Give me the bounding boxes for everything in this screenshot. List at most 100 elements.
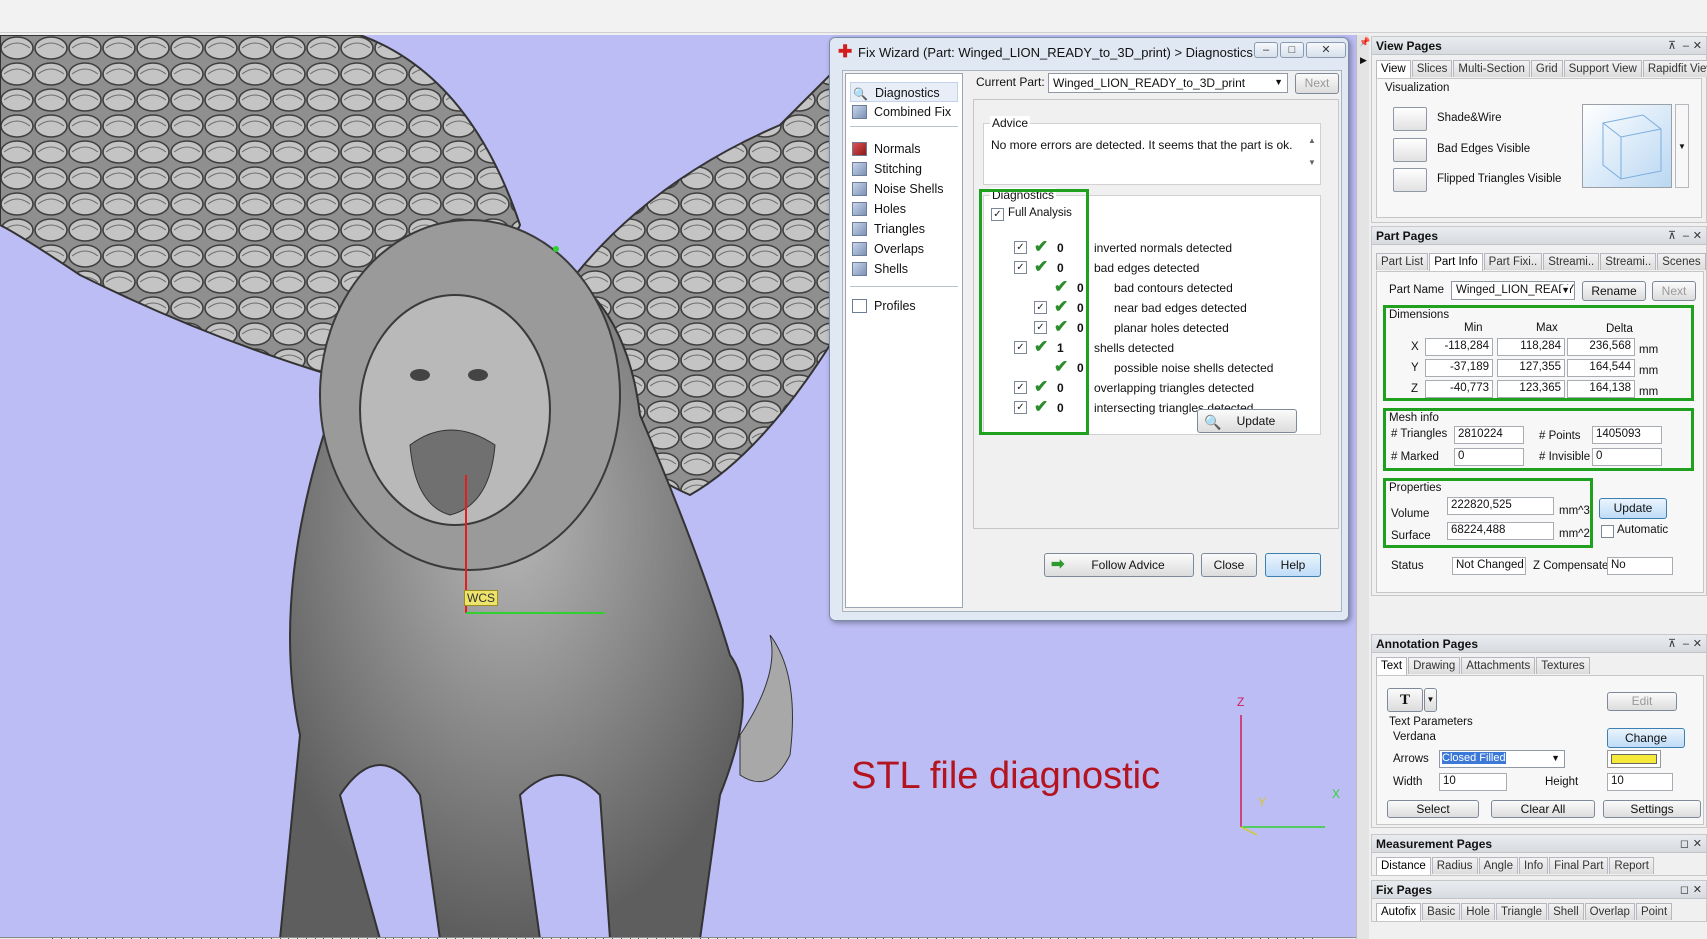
tab-radius[interactable]: Radius bbox=[1431, 857, 1478, 874]
nav-item-profiles[interactable]: Profiles bbox=[850, 296, 958, 316]
view-cube-dropdown[interactable]: ▼ bbox=[1675, 104, 1689, 188]
update-button[interactable]: 🔍 Update bbox=[1197, 409, 1297, 433]
tab-scenes[interactable]: Scenes bbox=[1657, 253, 1706, 270]
tab-support-view[interactable]: Support View bbox=[1563, 60, 1642, 77]
tab-angle[interactable]: Angle bbox=[1478, 857, 1518, 874]
nav-item-triangles[interactable]: Triangles bbox=[850, 219, 958, 239]
flipped-triangles-icon[interactable] bbox=[1393, 168, 1427, 192]
view-cube[interactable] bbox=[1582, 104, 1672, 188]
close-icon[interactable]: ✕ bbox=[1693, 635, 1702, 653]
part-info-body: Part Name Winged_LION_READY ▼ Rename Nex… bbox=[1376, 271, 1704, 593]
pin-icon[interactable]: 📌 bbox=[1359, 37, 1370, 48]
properties-update-button[interactable]: Update bbox=[1599, 498, 1667, 519]
tab-distance[interactable]: Distance bbox=[1376, 857, 1431, 875]
dialog-body: 🔍 Diagnostics Combined Fix Normals Stitching… bbox=[842, 70, 1342, 612]
select-button[interactable]: Select bbox=[1387, 800, 1479, 818]
tab-hole[interactable]: Hole bbox=[1461, 903, 1495, 920]
follow-advice-button[interactable]: ➡ Follow Advice bbox=[1044, 553, 1194, 577]
application-toolbar bbox=[0, 0, 1707, 33]
minimize-icon[interactable]: – bbox=[1683, 227, 1689, 245]
advice-scrollbar[interactable]: ▲ ▼ bbox=[1306, 130, 1318, 180]
tab-point[interactable]: Point bbox=[1635, 903, 1673, 920]
tab-overlap[interactable]: Overlap bbox=[1584, 903, 1635, 920]
tab-report[interactable]: Report bbox=[1609, 857, 1654, 874]
tab-slices[interactable]: Slices bbox=[1411, 60, 1453, 77]
viewport-caption: STL file diagnostic bbox=[851, 755, 1161, 797]
part-next-button[interactable]: Next bbox=[1652, 281, 1696, 301]
pin-icon[interactable]: ⊼ bbox=[1668, 37, 1676, 55]
tab-attachments[interactable]: Attachments bbox=[1461, 657, 1536, 674]
nav-item-diagnostics[interactable]: 🔍 Diagnostics bbox=[850, 82, 958, 102]
tab-triangle[interactable]: Triangle bbox=[1495, 903, 1548, 920]
tab-info[interactable]: Info bbox=[1518, 857, 1549, 874]
nav-item-noise-shells[interactable]: Noise Shells bbox=[850, 179, 958, 199]
rename-button[interactable]: Rename bbox=[1582, 281, 1646, 301]
minimize-button[interactable]: – bbox=[1254, 42, 1278, 58]
help-button[interactable]: Help bbox=[1265, 553, 1321, 577]
axis-x-label: X bbox=[1332, 787, 1341, 801]
next-button[interactable]: Next bbox=[1295, 73, 1339, 94]
maximize-button[interactable]: □ bbox=[1280, 42, 1304, 58]
nav-item-combined-fix[interactable]: Combined Fix bbox=[850, 102, 958, 122]
tab-multi-section[interactable]: Multi-Section bbox=[1453, 60, 1530, 77]
current-part-select[interactable]: Winged_LION_READY_to_3D_print ▼ bbox=[1048, 73, 1288, 93]
follow-advice-label: Follow Advice bbox=[1091, 558, 1165, 572]
z-compensated-label: Z Compensated bbox=[1533, 560, 1615, 572]
nav-item-shells[interactable]: Shells bbox=[850, 259, 958, 279]
text-tool-icon[interactable]: T bbox=[1387, 688, 1423, 712]
minimize-icon[interactable]: – bbox=[1683, 37, 1689, 55]
close-icon[interactable]: ✕ bbox=[1693, 227, 1702, 245]
visualization-label: Visualization bbox=[1385, 82, 1450, 94]
tab-part-list[interactable]: Part List bbox=[1376, 253, 1429, 270]
nav-item-stitching[interactable]: Stitching bbox=[850, 159, 958, 179]
nav-item-holes[interactable]: Holes bbox=[850, 199, 958, 219]
tab-textures[interactable]: Textures bbox=[1536, 657, 1590, 674]
current-part-label: Current Part: bbox=[976, 75, 1045, 89]
tab-shell[interactable]: Shell bbox=[1548, 903, 1584, 920]
nav-item-label: Diagnostics bbox=[875, 86, 940, 100]
automatic-checkbox[interactable] bbox=[1601, 525, 1614, 538]
fix-pages-tabs: Autofix Basic Hole Triangle Shell Overlap Poin… bbox=[1376, 903, 1673, 921]
tab-rapidfit-view[interactable]: Rapidfit View bbox=[1642, 60, 1707, 77]
close-icon[interactable]: ✕ bbox=[1693, 835, 1702, 853]
height-field[interactable]: 10 bbox=[1607, 773, 1673, 791]
nav-item-label: Combined Fix bbox=[874, 105, 952, 119]
change-font-button[interactable]: Change Font.. bbox=[1607, 728, 1685, 763]
nav-item-normals[interactable]: Normals bbox=[850, 139, 958, 159]
part-name-select[interactable]: Winged_LION_READY ▼ bbox=[1451, 281, 1575, 300]
arrows-select[interactable]: Closed Filled ▼ bbox=[1439, 750, 1565, 768]
text-tool-dropdown[interactable]: ▼ bbox=[1424, 688, 1437, 712]
close-window-button[interactable]: ✕ bbox=[1306, 42, 1346, 58]
color-swatch[interactable] bbox=[1607, 750, 1661, 768]
tab-part-fixi-[interactable]: Part Fixi.. bbox=[1483, 253, 1543, 270]
restore-icon[interactable]: ◻ bbox=[1680, 835, 1689, 853]
tab-streami-[interactable]: Streami.. bbox=[1543, 253, 1600, 270]
tab-view[interactable]: View bbox=[1376, 60, 1411, 78]
fix-wizard-icon: ✚ bbox=[838, 42, 853, 61]
tab-streami-[interactable]: Streami.. bbox=[1600, 253, 1657, 270]
pin-icon[interactable]: ⊼ bbox=[1668, 227, 1676, 245]
tab-basic[interactable]: Basic bbox=[1422, 903, 1461, 920]
pin-icon[interactable]: ⊼ bbox=[1668, 635, 1676, 653]
tab-final-part[interactable]: Final Part bbox=[1549, 857, 1609, 874]
width-field[interactable]: 10 bbox=[1439, 773, 1507, 791]
diagnostic-label: inverted normals detected bbox=[1094, 241, 1233, 255]
restore-icon[interactable]: ◻ bbox=[1680, 881, 1689, 899]
edit-button[interactable]: Edit bbox=[1607, 692, 1677, 711]
tab-autofix[interactable]: Autofix bbox=[1376, 903, 1422, 921]
bad-edges-icon[interactable] bbox=[1393, 138, 1427, 162]
diagnostic-label: bad edges detected bbox=[1094, 261, 1200, 275]
clear-all-button[interactable]: Clear All bbox=[1491, 800, 1595, 818]
tab-part-info[interactable]: Part Info bbox=[1429, 253, 1483, 271]
tab-text[interactable]: Text bbox=[1376, 657, 1408, 675]
tab-grid[interactable]: Grid bbox=[1530, 60, 1563, 77]
minimize-icon[interactable]: – bbox=[1683, 635, 1689, 653]
shade-wire-icon[interactable] bbox=[1393, 107, 1427, 131]
settings-button[interactable]: Settings bbox=[1603, 800, 1701, 818]
tab-drawing[interactable]: Drawing bbox=[1408, 657, 1461, 674]
nav-item-overlaps[interactable]: Overlaps bbox=[850, 239, 958, 259]
close-icon[interactable]: ✕ bbox=[1693, 37, 1702, 55]
dialog-close-button[interactable]: Close bbox=[1201, 553, 1257, 577]
close-icon[interactable]: ✕ bbox=[1693, 881, 1702, 899]
arrow-right-small-icon[interactable]: ▶ bbox=[1360, 55, 1367, 66]
